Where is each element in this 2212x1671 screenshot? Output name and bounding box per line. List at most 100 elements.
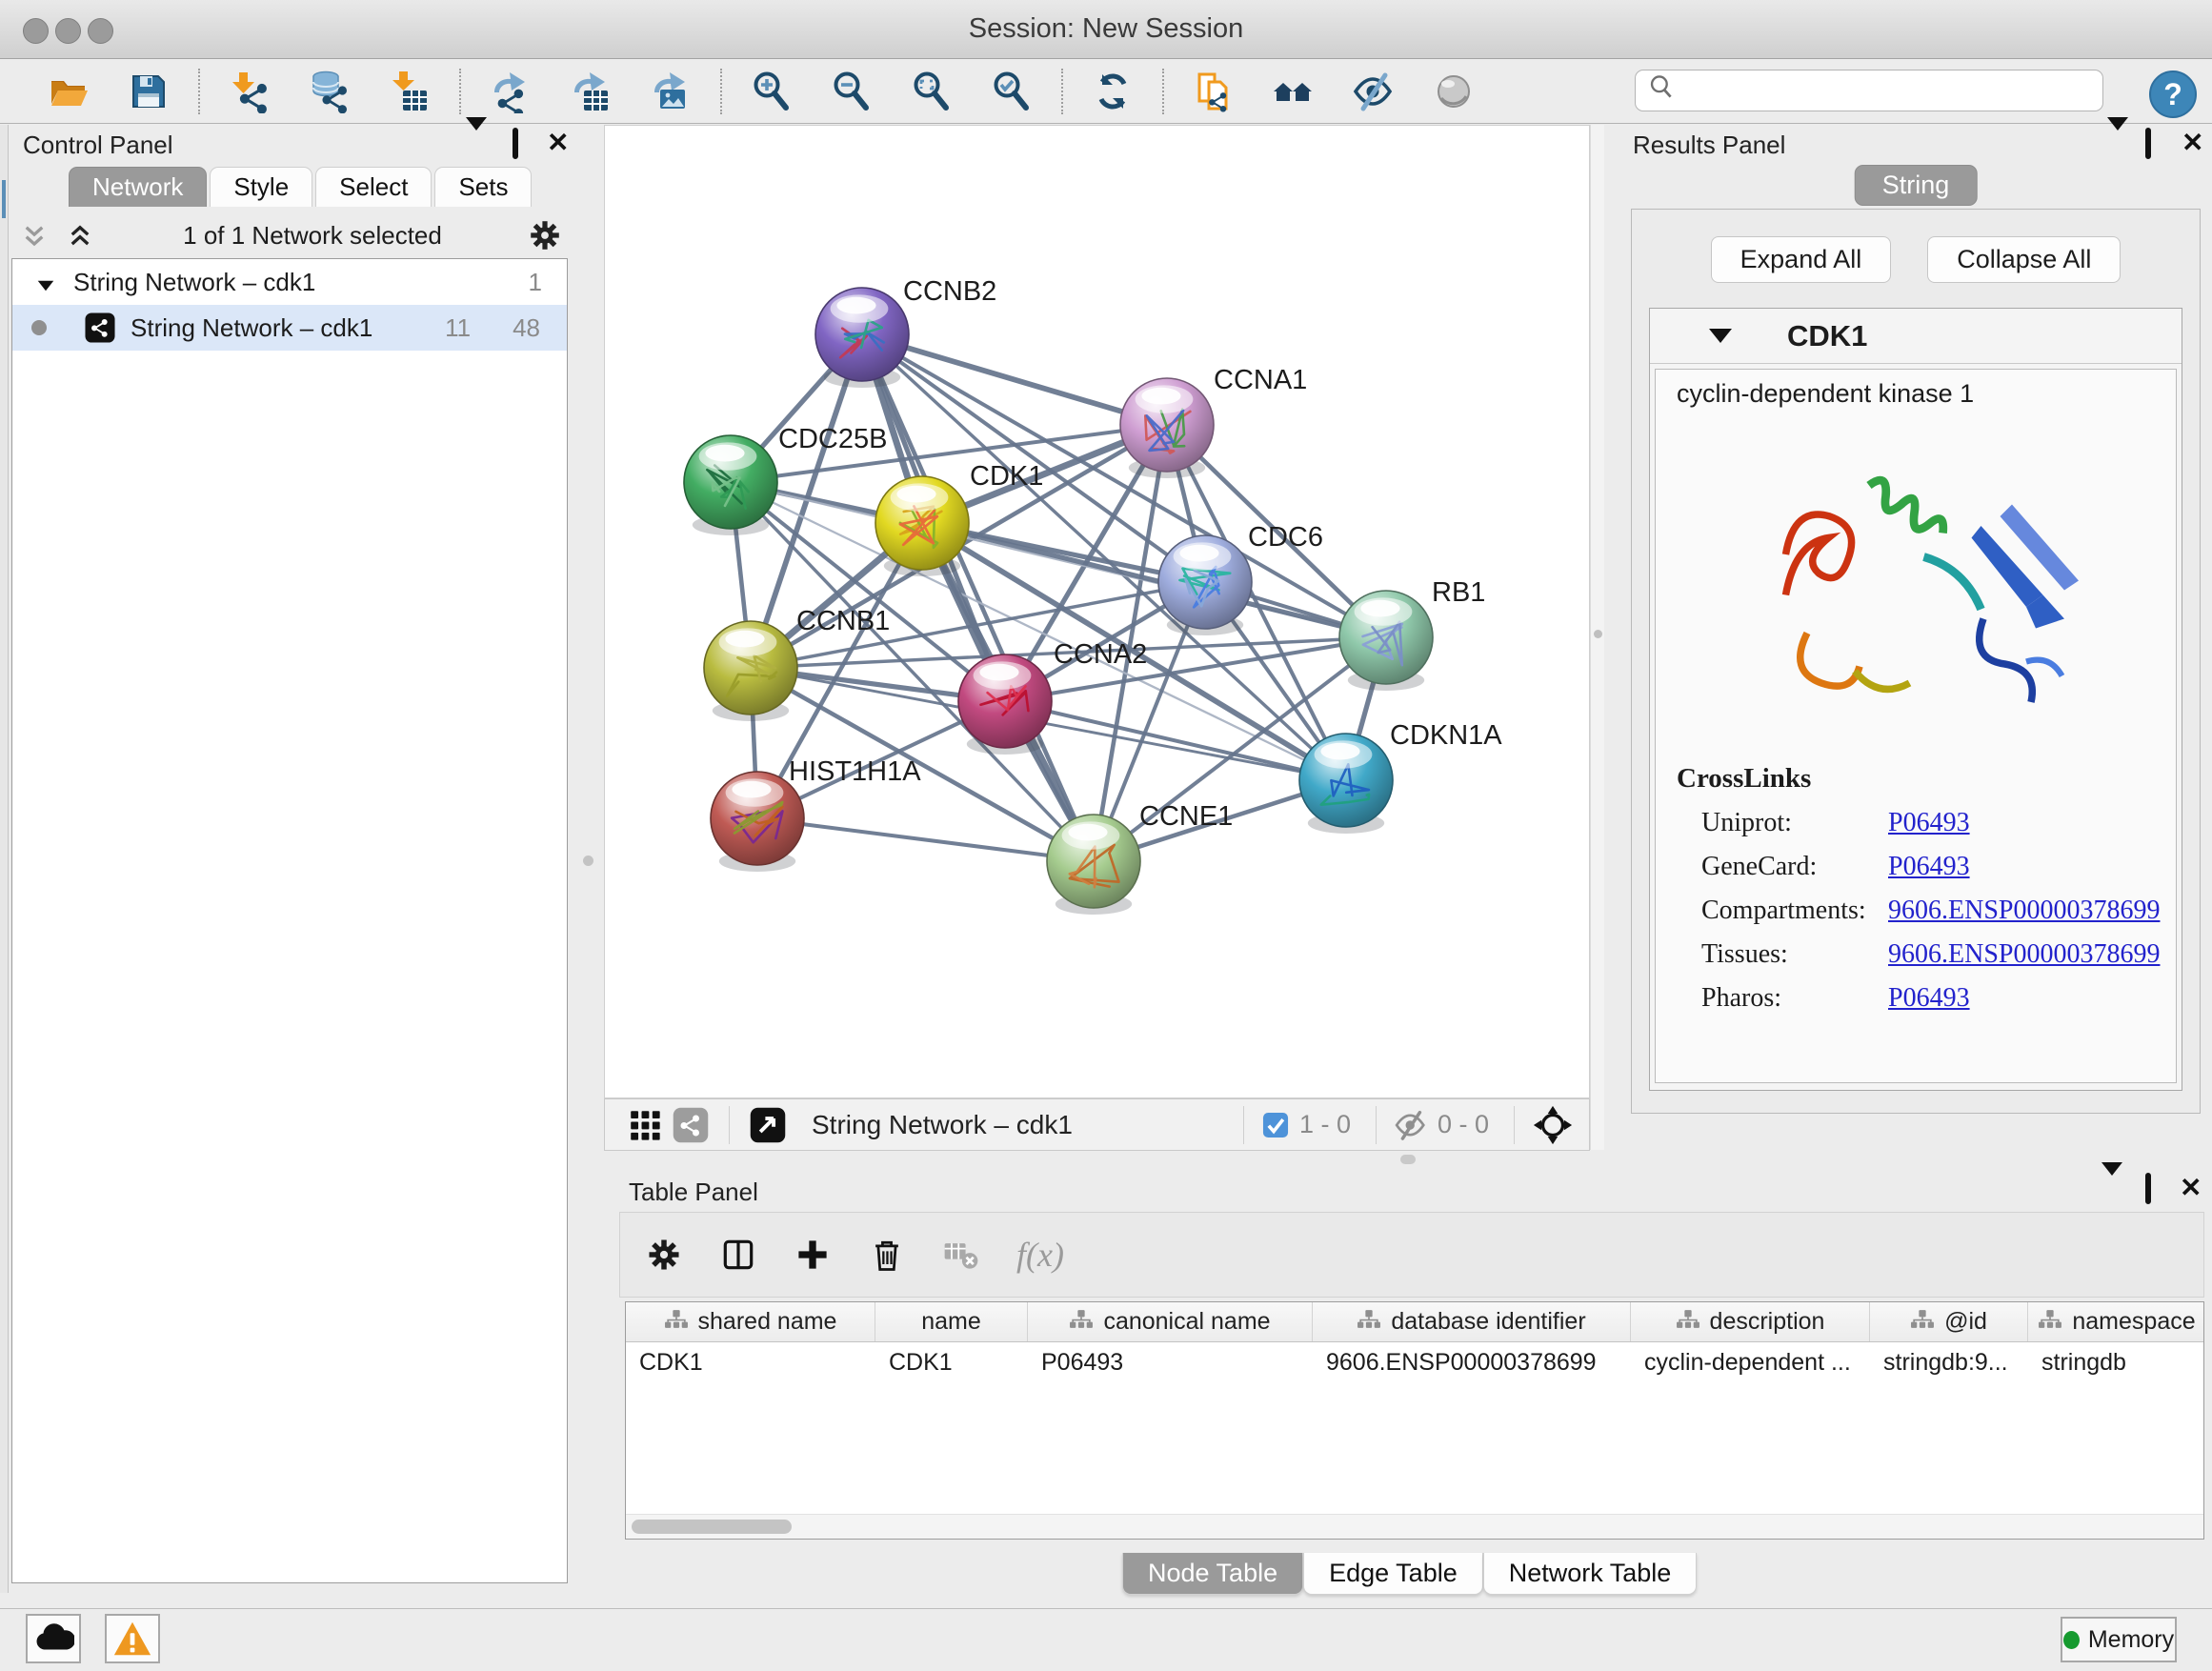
table-cell[interactable]: stringdb:9...	[1870, 1349, 2028, 1377]
network-scrollbar[interactable]	[1590, 125, 1604, 1150]
network-row[interactable]: String Network – cdk1 11 48	[12, 305, 567, 351]
clone-network-icon[interactable]	[1174, 64, 1254, 119]
tab-node-table[interactable]: Node Table	[1122, 1553, 1303, 1595]
zoom-out-icon[interactable]	[812, 64, 892, 119]
table-cell[interactable]: CDK1	[626, 1349, 875, 1377]
splitter-handle-bottom[interactable]	[1400, 1155, 1416, 1164]
table-cell[interactable]: stringdb	[2028, 1349, 2204, 1377]
expand-all-button[interactable]: Expand All	[1711, 236, 1892, 283]
network-collection-row[interactable]: String Network – cdk1 1	[12, 259, 567, 305]
column-header-database-identifier[interactable]: database identifier	[1313, 1302, 1631, 1341]
panel-float-icon[interactable]	[2145, 1176, 2151, 1202]
tab-string[interactable]: String	[1855, 165, 1978, 206]
column-header-canonical-name[interactable]: canonical name	[1028, 1302, 1313, 1341]
network-node-CCNA2[interactable]	[958, 654, 1052, 755]
separator	[1376, 1106, 1377, 1144]
network-options-gear-icon[interactable]	[522, 212, 568, 258]
network-node-CCNB1[interactable]	[704, 621, 797, 721]
expand-all-networks-icon[interactable]	[57, 212, 103, 258]
crosslink-link[interactable]: 9606.ENSP00000378699	[1888, 896, 2160, 926]
panel-float-icon[interactable]	[513, 131, 518, 157]
selected-checkbox-icon[interactable]	[1259, 1109, 1292, 1141]
column-header-namespace[interactable]: namespace	[2028, 1302, 2204, 1341]
network-node-CDKN1A[interactable]	[1299, 734, 1393, 834]
network-edge[interactable]	[757, 818, 1094, 861]
table-row[interactable]: CDK1CDK1P064939606.ENSP00000378699cyclin…	[626, 1342, 2203, 1382]
table-options-gear-icon[interactable]	[641, 1232, 687, 1278]
entry-expander-icon[interactable]	[1709, 329, 1732, 343]
memory-button[interactable]: Memory	[2061, 1617, 2177, 1662]
import-network-file-icon[interactable]	[210, 64, 290, 119]
tab-network[interactable]: Network	[69, 167, 207, 207]
network-edge[interactable]	[862, 334, 1167, 425]
collection-expander-icon[interactable]	[38, 281, 54, 292]
column-header-description[interactable]: description	[1631, 1302, 1870, 1341]
hide-selected-icon[interactable]	[1334, 64, 1414, 119]
import-table-icon[interactable]	[370, 64, 450, 119]
network-edge[interactable]	[1005, 701, 1346, 780]
zoom-fit-icon[interactable]	[892, 64, 972, 119]
network-overview-icon[interactable]	[668, 1102, 714, 1148]
network-node-RB1[interactable]	[1339, 591, 1433, 691]
panel-close-icon[interactable]: ✕	[547, 131, 569, 155]
panel-collapse-icon[interactable]	[2101, 1176, 2122, 1202]
column-header-name[interactable]: name	[875, 1302, 1028, 1341]
scrollbar-knob[interactable]	[1594, 630, 1602, 638]
collapse-all-networks-icon[interactable]	[11, 212, 57, 258]
zoom-selected-icon[interactable]	[972, 64, 1052, 119]
table-cell[interactable]: CDK1	[875, 1349, 1028, 1377]
collapse-all-button[interactable]: Collapse All	[1927, 236, 2121, 283]
delete-column-trash-icon[interactable]	[864, 1232, 910, 1278]
zoom-in-icon[interactable]	[732, 64, 812, 119]
tab-edge-table[interactable]: Edge Table	[1303, 1553, 1483, 1595]
panel-collapse-icon[interactable]	[2107, 131, 2128, 157]
crosslink-link[interactable]: 9606.ENSP00000378699	[1888, 939, 2160, 970]
export-network-icon[interactable]	[471, 64, 551, 119]
warnings-button[interactable]	[105, 1614, 160, 1663]
export-table-icon[interactable]	[551, 64, 631, 119]
table-cell[interactable]: 9606.ENSP00000378699	[1313, 1349, 1631, 1377]
tab-network-table[interactable]: Network Table	[1483, 1553, 1698, 1595]
export-image-icon[interactable]	[631, 64, 711, 119]
help-button[interactable]: ?	[2149, 70, 2197, 118]
crosslink-link[interactable]: P06493	[1888, 808, 1970, 838]
table-cell[interactable]: P06493	[1028, 1349, 1313, 1377]
network-node-CCNB2[interactable]	[815, 288, 909, 388]
network-node-CDC6[interactable]	[1158, 535, 1252, 635]
show-all-icon[interactable]	[1414, 64, 1494, 119]
column-header--id[interactable]: @id	[1870, 1302, 2028, 1341]
network-canvas[interactable]: CCNB2CCNA1CDC25BCDK1CDC6RB1CCNB1CCNA2CDK…	[604, 125, 1590, 1098]
panel-close-icon[interactable]: ✕	[2180, 1176, 2202, 1200]
detach-view-icon[interactable]	[745, 1102, 791, 1148]
protein-entry-section: CDK1 cyclin-dependent kinase 1	[1649, 308, 2182, 1091]
panel-collapse-icon[interactable]	[466, 131, 487, 157]
save-session-icon[interactable]	[109, 64, 189, 119]
splitter-handle-left[interactable]	[583, 856, 593, 866]
crosslink-link[interactable]: P06493	[1888, 852, 1970, 882]
open-file-icon[interactable]	[29, 64, 109, 119]
table-hscrollbar[interactable]	[626, 1514, 2203, 1539]
column-header-shared-name[interactable]: shared name	[626, 1302, 875, 1341]
tab-sets[interactable]: Sets	[434, 167, 532, 207]
network-node-CDC25B[interactable]	[684, 435, 777, 535]
tab-select[interactable]: Select	[315, 167, 432, 207]
import-network-database-icon[interactable]	[290, 64, 370, 119]
crosslink-link[interactable]: P06493	[1888, 983, 1970, 1014]
crosshair-icon[interactable]	[1530, 1102, 1576, 1148]
cloud-button[interactable]	[26, 1614, 81, 1663]
scrollbar-thumb[interactable]	[632, 1520, 792, 1534]
show-columns-icon[interactable]	[715, 1232, 761, 1278]
protein-entry-header[interactable]: CDK1	[1650, 309, 2182, 364]
grid-view-icon[interactable]	[622, 1102, 668, 1148]
network-node-CDK1[interactable]	[875, 476, 969, 576]
search-input[interactable]	[1679, 72, 2102, 109]
first-neighbors-icon[interactable]	[1254, 64, 1334, 119]
network-node-CCNA1[interactable]	[1120, 378, 1214, 478]
tab-style[interactable]: Style	[210, 167, 312, 207]
network-node-CCNE1[interactable]	[1047, 815, 1140, 915]
panel-close-icon[interactable]: ✕	[2182, 131, 2203, 155]
apply-preferred-layout-icon[interactable]	[1073, 64, 1153, 119]
add-column-icon[interactable]	[790, 1232, 835, 1278]
table-cell[interactable]: cyclin-dependent ...	[1631, 1349, 1870, 1377]
panel-float-icon[interactable]	[2145, 131, 2151, 157]
